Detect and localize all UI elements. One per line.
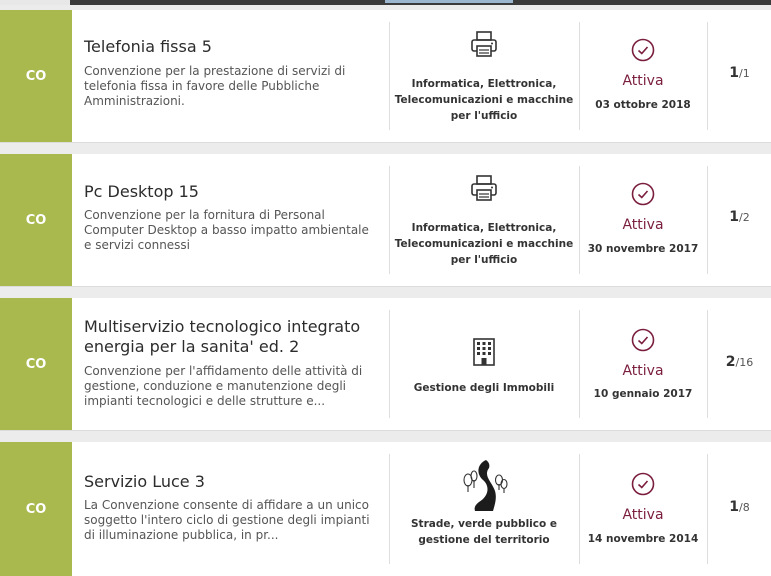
item-info: Pc Desktop 15 Convenzione per la fornitu… [84, 154, 380, 286]
top-bar-gap [0, 0, 70, 5]
item-description: La Convenzione consente di affidare a un… [84, 498, 370, 542]
lot-total: /1 [739, 67, 750, 80]
item-description: Convenzione per l'affidamento delle atti… [84, 364, 363, 408]
status-date: 30 novembre 2017 [587, 243, 699, 255]
item-title[interactable]: Telefonia fissa 5 [84, 37, 380, 57]
lot-current: 1 [729, 65, 740, 81]
status-label: Attiva [622, 507, 664, 523]
item-status: Attiva 10 gennaio 2017 [580, 298, 706, 430]
check-circle-icon [580, 182, 706, 206]
item-info: Telefonia fissa 5 Convenzione per la pre… [84, 10, 380, 142]
road-trees-icon [390, 458, 578, 512]
item-title[interactable]: Pc Desktop 15 [84, 182, 380, 202]
status-date: 03 ottobre 2018 [595, 99, 691, 111]
item-title[interactable]: Servizio Luce 3 [84, 472, 380, 492]
printer-icon [390, 30, 578, 58]
item-description: Convenzione per la prestazione di serviz… [84, 64, 346, 108]
top-bar [0, 0, 771, 5]
lot-total: /8 [739, 501, 750, 514]
item-status: Attiva 30 novembre 2017 [580, 154, 706, 286]
item-status: Attiva 14 novembre 2014 [580, 442, 706, 576]
check-circle-icon [580, 328, 706, 352]
item-info: Servizio Luce 3 La Convenzione consente … [84, 442, 380, 576]
item-category: Gestione degli Immobili [390, 298, 578, 430]
category-label: Informatica, Elettronica, Telecomunicazi… [394, 78, 574, 122]
check-circle-icon [580, 472, 706, 496]
item-title[interactable]: Multiservizio tecnologico integrato ener… [84, 317, 380, 357]
type-badge: CO [0, 298, 72, 430]
printer-icon [390, 174, 578, 202]
category-label: Strade, verde pubblico e gestione del te… [410, 518, 557, 546]
item-category: Informatica, Elettronica, Telecomunicazi… [390, 10, 578, 142]
status-date: 14 novembre 2014 [587, 533, 699, 545]
lot-counter: 1/1 [708, 10, 771, 142]
item-category: Informatica, Elettronica, Telecomunicazi… [390, 154, 578, 286]
status-label: Attiva [622, 363, 664, 379]
type-badge: CO [0, 154, 72, 286]
type-badge: CO [0, 442, 72, 576]
lot-current: 1 [729, 499, 740, 515]
item-description: Convenzione per la fornitura di Personal… [84, 208, 369, 252]
list-item[interactable]: CO Pc Desktop 15 Convenzione per la forn… [0, 154, 771, 287]
category-label: Gestione degli Immobili [413, 382, 555, 394]
lot-current: 2 [725, 354, 736, 370]
list-item[interactable]: CO Servizio Luce 3 La Convenzione consen… [0, 442, 771, 576]
item-category: Strade, verde pubblico e gestione del te… [390, 442, 578, 576]
check-circle-icon [580, 38, 706, 62]
lot-counter: 1/2 [708, 154, 771, 286]
status-label: Attiva [622, 217, 664, 233]
active-tab-indicator [385, 0, 513, 3]
list-item[interactable]: CO Telefonia fissa 5 Convenzione per la … [0, 10, 771, 143]
building-icon [390, 338, 578, 366]
item-status: Attiva 03 ottobre 2018 [580, 10, 706, 142]
status-date: 10 gennaio 2017 [593, 388, 693, 400]
lot-total: /16 [735, 356, 754, 369]
type-badge: CO [0, 10, 72, 142]
list-item[interactable]: CO Multiservizio tecnologico integrato e… [0, 298, 771, 431]
status-label: Attiva [622, 73, 664, 89]
lot-counter: 1/8 [708, 442, 771, 576]
lot-counter: 2/16 [708, 298, 771, 430]
item-info: Multiservizio tecnologico integrato ener… [84, 298, 380, 430]
lot-current: 1 [729, 209, 740, 225]
lot-total: /2 [739, 211, 750, 224]
category-label: Informatica, Elettronica, Telecomunicazi… [394, 222, 574, 266]
